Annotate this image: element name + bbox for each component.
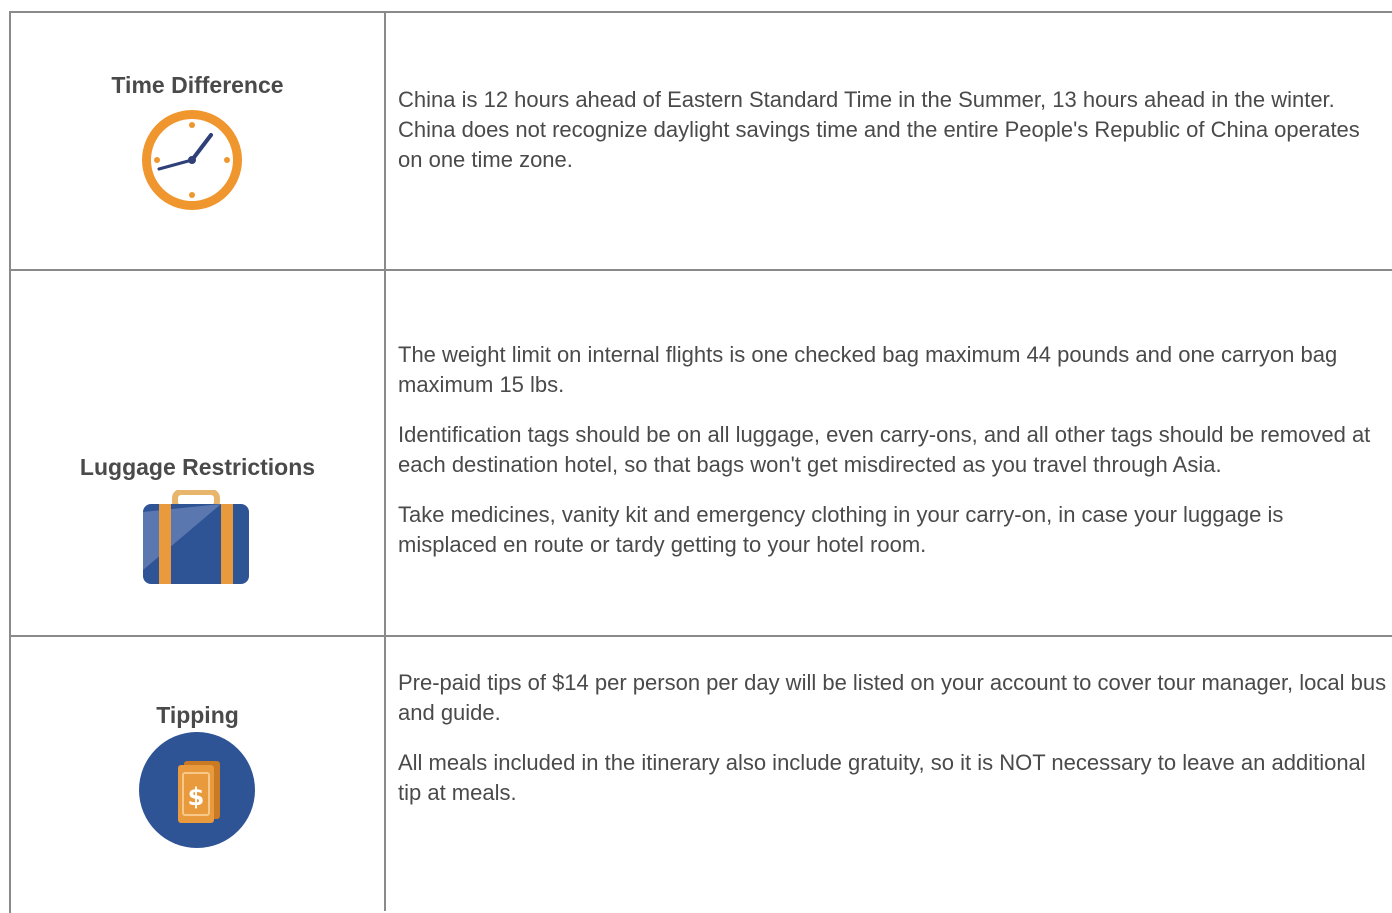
- svg-text:$: $: [188, 783, 205, 811]
- paragraph: The weight limit on internal flights is …: [398, 342, 1338, 397]
- row-label-time-difference: Time Difference: [11, 72, 384, 99]
- row-divider: [9, 269, 1392, 271]
- row-text-time-difference: China is 12 hours ahead of Eastern Stand…: [398, 85, 1388, 195]
- paragraph: All meals included in the itinerary also…: [398, 750, 1366, 805]
- label-tipping: Tipping: [156, 702, 239, 728]
- row-text-tipping: Pre-paid tips of $14 per person per day …: [398, 668, 1388, 828]
- label-luggage-restrictions: Luggage Restrictions: [79, 454, 316, 480]
- row-label-tipping: Tipping: [11, 702, 384, 729]
- paragraph: Pre-paid tips of $14 per person per day …: [398, 670, 1387, 725]
- row-label-luggage: Luggage Restrictions: [11, 454, 384, 481]
- row-text-luggage: The weight limit on internal flights is …: [398, 340, 1388, 580]
- paragraph: China is 12 hours ahead of Eastern Stand…: [398, 87, 1360, 172]
- column-divider: [384, 11, 386, 911]
- label-time-difference: Time Difference: [111, 72, 284, 98]
- paragraph: Take medicines, vanity kit and emergency…: [398, 502, 1284, 557]
- clock-icon: [139, 107, 245, 218]
- paragraph: Identification tags should be on all lug…: [398, 422, 1371, 477]
- row-divider: [9, 635, 1392, 637]
- suitcase-icon: [141, 489, 251, 591]
- money-icon: $: [138, 731, 256, 854]
